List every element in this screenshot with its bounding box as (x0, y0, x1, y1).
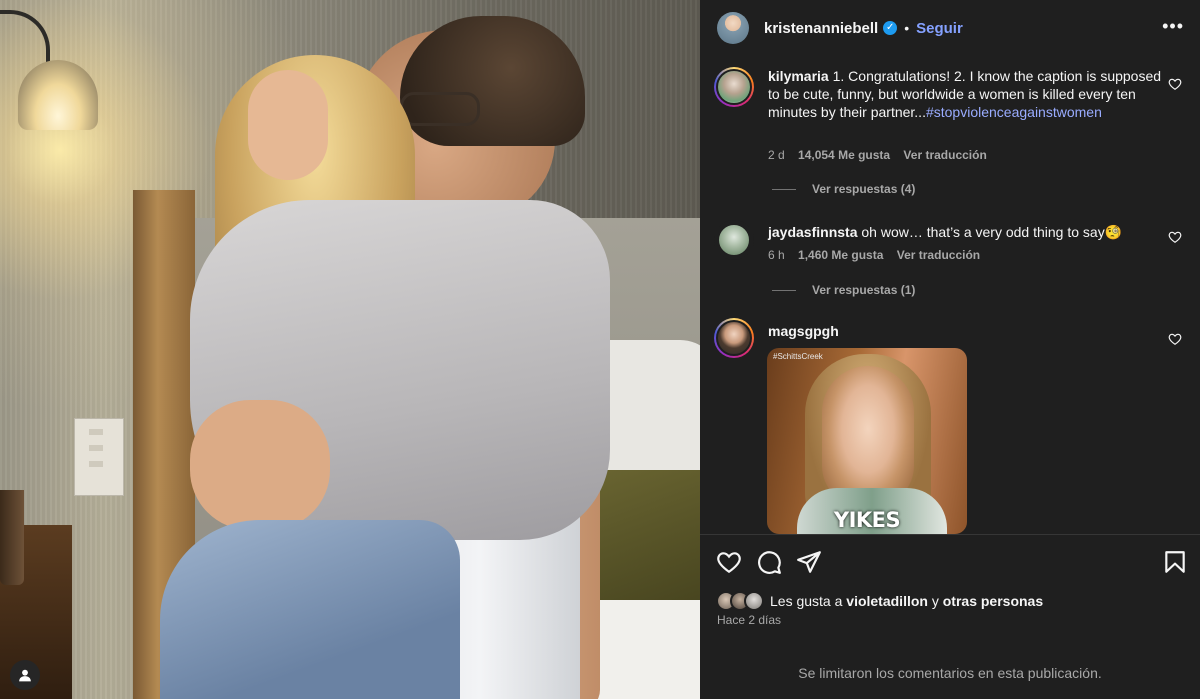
comment-gif[interactable]: #SchittsCreek YIKES (767, 348, 967, 534)
commenter-avatar[interactable] (714, 67, 754, 107)
comment-age: 2 d (768, 148, 785, 162)
replies-divider (772, 188, 796, 190)
more-icon[interactable]: ••• (1162, 16, 1184, 37)
comments-list[interactable]: kilymaria 1. Congratulations! 2. I know … (700, 56, 1200, 534)
replies-label: Ver respuestas (4) (812, 182, 916, 196)
heart-icon[interactable] (716, 549, 742, 575)
comment-text: jaydasfinnsta oh wow… that’s a very odd … (768, 223, 1163, 241)
comment-like-heart-icon[interactable] (1168, 77, 1182, 91)
man-hand (248, 70, 328, 180)
gif-tag: #SchittsCreek (773, 352, 823, 361)
instagram-post-view: kristenanniebell ✓ • Seguir ••• kilymari… (0, 0, 1200, 699)
comment-text: magsgpgh (768, 322, 1163, 340)
likes-mid: y (927, 593, 943, 609)
man-hair (400, 16, 585, 146)
view-replies-button[interactable]: Ver respuestas (4) (772, 182, 915, 196)
translate-link[interactable]: Ver traducción (897, 248, 980, 262)
likes-text: Les gusta a violetadillon y otras person… (770, 593, 1043, 609)
comment-like-heart-icon[interactable] (1168, 332, 1182, 346)
likes-summary: Les gusta a violetadillon y otras person… (716, 591, 1043, 611)
author-username[interactable]: kristenanniebell (764, 20, 878, 37)
lamp (18, 60, 98, 130)
comment-meta: 6 h 1,460 Me gusta Ver traducción (768, 248, 980, 262)
verified-icon: ✓ (883, 21, 898, 35)
glasses (400, 92, 480, 126)
comment-username[interactable]: jaydasfinnsta (768, 224, 857, 240)
light-switch (74, 418, 124, 496)
cup (0, 490, 24, 585)
tagged-users-button[interactable] (10, 660, 40, 690)
translate-link[interactable]: Ver traducción (903, 148, 986, 162)
likes-prefix: Les gusta a (770, 593, 847, 609)
comment-likes[interactable]: 1,460 Me gusta (798, 248, 883, 262)
comment-meta: 2 d 14,054 Me gusta Ver traducción (768, 148, 987, 162)
comments-limited-notice: Se limitaron los comentarios en esta pub… (798, 665, 1102, 681)
post-header: kristenanniebell ✓ • Seguir ••• (700, 0, 1200, 56)
comment-hashtag[interactable]: #stopviolenceagainstwomen (926, 104, 1102, 120)
post-photo[interactable] (0, 0, 700, 699)
share-icon[interactable] (796, 549, 822, 575)
bookmark-icon[interactable] (1162, 549, 1188, 575)
likes-user-link[interactable]: violetadillon (846, 593, 928, 609)
comment-icon[interactable] (756, 549, 782, 575)
comment-like-heart-icon[interactable] (1168, 230, 1182, 244)
gif-caption: YIKES (833, 508, 901, 532)
likes-others-link[interactable]: otras personas (943, 593, 1043, 609)
gif-face (822, 366, 914, 506)
replies-divider (772, 289, 796, 291)
replies-label: Ver respuestas (1) (812, 283, 916, 297)
comment-likes[interactable]: 14,054 Me gusta (798, 148, 890, 162)
user-icon (19, 669, 31, 682)
post-time[interactable]: Hace 2 días (717, 613, 781, 627)
girl-jeans (160, 520, 460, 699)
separator-dot: • (904, 20, 910, 36)
view-replies-button[interactable]: Ver respuestas (1) (772, 283, 915, 297)
liker-avatar (744, 591, 764, 611)
commenter-avatar[interactable] (714, 318, 754, 358)
post-side-panel: kristenanniebell ✓ • Seguir ••• kilymari… (700, 0, 1200, 699)
comment-text: kilymaria 1. Congratulations! 2. I know … (768, 67, 1163, 121)
comment-age: 6 h (768, 248, 785, 262)
commenter-avatar[interactable] (714, 220, 754, 260)
post-actions: Les gusta a violetadillon y otras person… (700, 534, 1200, 699)
follow-button[interactable]: Seguir (916, 20, 963, 37)
comment-username[interactable]: magsgpgh (768, 323, 839, 339)
author-avatar[interactable] (716, 11, 750, 45)
comment-body: oh wow… that’s a very odd thing to say🧐 (857, 224, 1123, 240)
man-arm (190, 400, 330, 530)
comment-username[interactable]: kilymaria (768, 68, 829, 84)
